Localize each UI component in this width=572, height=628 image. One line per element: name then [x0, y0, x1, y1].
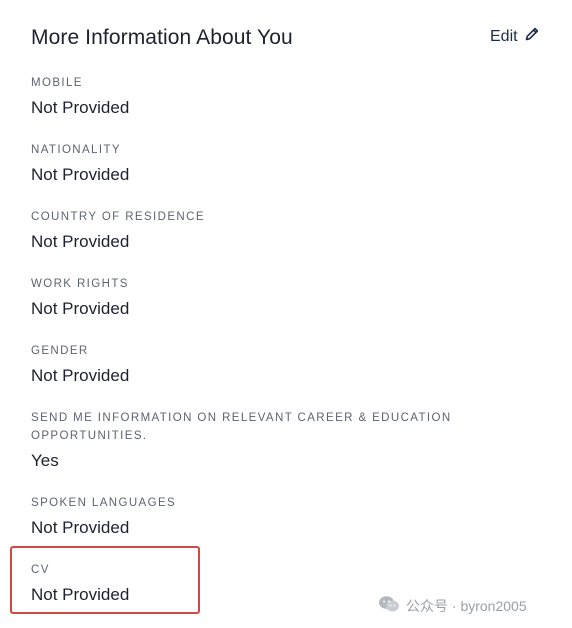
field-value: Yes	[31, 451, 59, 470]
field-country-of-residence: COUNTRY OF RESIDENCE Not Provided	[31, 208, 471, 252]
field-work-rights: WORK RIGHTS Not Provided	[31, 275, 471, 319]
field-gender: GENDER Not Provided	[31, 342, 471, 386]
field-value: Not Provided	[31, 518, 130, 537]
pencil-icon	[524, 26, 540, 47]
field-value: Not Provided	[31, 165, 130, 184]
field-label: SEND ME INFORMATION ON RELEVANT CAREER &…	[31, 412, 452, 442]
field-label: WORK RIGHTS	[31, 278, 129, 290]
watermark: 公众号 · byron2005	[378, 595, 527, 616]
field-value: Not Provided	[31, 299, 130, 318]
field-value: Not Provided	[31, 366, 130, 385]
field-nationality: NATIONALITY Not Provided	[31, 141, 471, 185]
field-label: GENDER	[31, 345, 89, 357]
edit-button[interactable]: Edit	[490, 26, 540, 47]
cv-highlight-box	[10, 546, 200, 614]
field-label: MOBILE	[31, 77, 83, 89]
field-career-opportunities: SEND ME INFORMATION ON RELEVANT CAREER &…	[31, 409, 461, 471]
field-label: NATIONALITY	[31, 144, 121, 156]
field-spoken-languages: SPOKEN LANGUAGES Not Provided	[31, 494, 471, 538]
edit-label: Edit	[490, 27, 518, 45]
field-value: Not Provided	[31, 232, 130, 251]
field-label: COUNTRY OF RESIDENCE	[31, 211, 205, 223]
wechat-icon	[378, 595, 400, 616]
watermark-text: 公众号 · byron2005	[406, 597, 527, 614]
field-mobile: MOBILE Not Provided	[31, 74, 471, 118]
field-value: Not Provided	[31, 98, 130, 117]
page-title: More Information About You	[31, 26, 293, 49]
field-label: SPOKEN LANGUAGES	[31, 497, 177, 509]
